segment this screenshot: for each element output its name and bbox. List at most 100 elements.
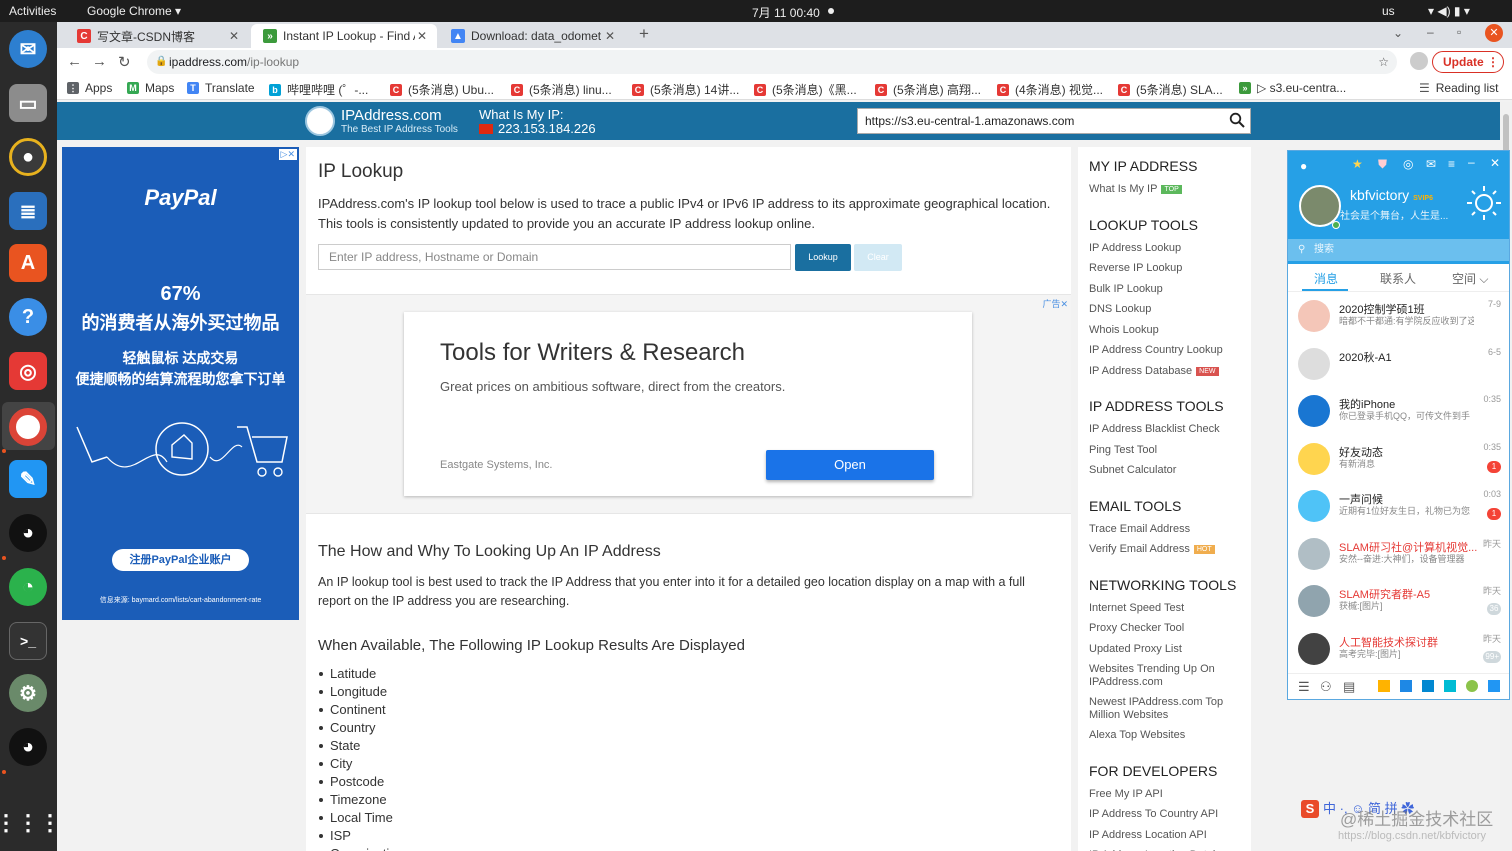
qq-files-icon[interactable]: ▤ xyxy=(1343,679,1355,695)
sidebar-link[interactable]: IP Address Lookup xyxy=(1089,242,1244,255)
tab-close-icon[interactable]: ✕ xyxy=(415,29,429,43)
qq-conversation-item[interactable]: 好友动态 有新消息 0:35 1 xyxy=(1288,437,1509,484)
qq-conversation-item[interactable]: 人工智能技术探讨群 高考完毕:[图片] 昨天 99+ xyxy=(1288,627,1509,674)
qq-tab-contacts[interactable]: 联系人 xyxy=(1380,270,1416,287)
activities-button[interactable]: Activities xyxy=(9,4,56,18)
qq-minimize-icon[interactable]: – xyxy=(1468,155,1475,169)
writer-icon[interactable]: ≣ xyxy=(9,192,47,230)
sidebar-link[interactable]: Updated Proxy List xyxy=(1089,643,1244,656)
qq-search-input[interactable]: ⚲ 搜索 xyxy=(1288,239,1509,261)
minimize-icon[interactable]: – xyxy=(1427,25,1434,39)
qq-apps-grid-icon[interactable] xyxy=(1488,680,1500,692)
sidebar-link[interactable]: What Is My IP TOP xyxy=(1089,183,1244,196)
thunderbird-icon[interactable]: ✉ xyxy=(9,30,47,68)
qq-conversation-item[interactable]: SLAM研究者群-A5 获槭:[图片] 昨天 36 xyxy=(1288,579,1509,626)
wechat-icon[interactable]: ◔ xyxy=(9,568,47,606)
app-menu[interactable]: Google Chrome ▾ xyxy=(87,4,181,18)
site-name[interactable]: IPAddress.com xyxy=(341,107,442,124)
sidebar-link[interactable]: Proxy Checker Tool xyxy=(1089,622,1244,635)
qq-app-icon[interactable] xyxy=(1466,680,1478,692)
netease-music-icon[interactable]: ◎ xyxy=(9,352,47,390)
qq-star-icon[interactable]: ★ xyxy=(1352,157,1363,171)
qq-conversation-item[interactable]: SLAM研习社@计算机视觉... 安然--奋进:大神们，设备管理器 昨天 xyxy=(1288,532,1509,579)
ad-label[interactable]: 广告✕ xyxy=(1042,297,1068,310)
clear-button[interactable]: Clear xyxy=(854,244,902,271)
settings-icon[interactable]: ⚙ xyxy=(9,674,47,712)
sidebar-link[interactable]: Verify Email Address HOT xyxy=(1089,543,1244,556)
sidebar-link[interactable]: Trace Email Address xyxy=(1089,523,1244,536)
reading-list[interactable]: ☰ Reading list xyxy=(1419,81,1498,95)
ad-title[interactable]: Tools for Writers & Research xyxy=(440,339,745,367)
sidebar-link[interactable]: IP Address Country Lookup xyxy=(1089,344,1244,357)
bookmark-csdn-1[interactable]: C (5条消息) Ubu... xyxy=(390,81,494,98)
tab-search-icon[interactable]: ⌄ xyxy=(1393,26,1403,40)
tab-close-icon[interactable]: ✕ xyxy=(603,29,617,43)
show-apps-icon[interactable]: ⋮⋮⋮ xyxy=(0,804,61,842)
sidebar-link[interactable]: Reverse IP Lookup xyxy=(1089,262,1244,275)
qq-menu-icon[interactable]: ≡ xyxy=(1448,157,1455,171)
header-search-input[interactable]: https://s3.eu-central-1.amazonaws.com xyxy=(857,108,1251,134)
reload-icon[interactable]: ↻ xyxy=(118,53,131,71)
bookmark-csdn-4[interactable]: C (5条消息)《黑... xyxy=(754,81,857,98)
sidebar-link[interactable]: IP Address To Country API xyxy=(1089,808,1244,821)
chrome-icon[interactable] xyxy=(9,408,47,446)
paypal-ad[interactable]: ▷✕ PayPal 67% 的消费者从海外买过物品 轻触鼠标 达成交易 便捷顺畅… xyxy=(62,147,299,620)
back-icon[interactable]: ← xyxy=(67,53,82,70)
qq-mail-icon[interactable]: ✉ xyxy=(1426,157,1436,171)
qq-shirt-icon[interactable]: ⛊ xyxy=(1378,157,1387,172)
paypal-cta-button[interactable]: 注册PayPal企业账户 xyxy=(112,549,249,571)
sidebar-link[interactable]: IP Address Database NEW xyxy=(1089,365,1244,378)
sidebar-link[interactable]: Internet Speed Test xyxy=(1089,602,1244,615)
profile-avatar[interactable] xyxy=(1410,52,1428,70)
sidebar-link[interactable]: Bulk IP Lookup xyxy=(1089,283,1244,296)
qq-conversation-item[interactable]: 一声问候 近期有1位好友生日，礼物已为您 0:03 1 xyxy=(1288,484,1509,531)
text-editor-icon[interactable]: ✎ xyxy=(9,460,47,498)
terminal-icon[interactable]: >_ xyxy=(9,622,47,660)
display-ad[interactable]: 广告✕ Tools for Writers & Research Great p… xyxy=(306,294,1071,514)
restore-icon[interactable]: ▫ xyxy=(1457,25,1461,39)
bookmark-csdn-5[interactable]: C (5条消息) 高翔... xyxy=(875,81,981,98)
update-button[interactable]: Update ⋮ xyxy=(1432,51,1504,73)
qq-tab-messages[interactable]: 消息 xyxy=(1314,270,1338,287)
sidebar-link[interactable]: Websites Trending Up On IPAddress.com xyxy=(1089,663,1244,689)
bookmark-translate[interactable]: T Translate xyxy=(187,81,255,95)
address-bar[interactable]: 🔒 ipaddress.com/ip-lookup ☆ xyxy=(147,50,1397,74)
qq-app-icon[interactable] xyxy=(1378,680,1390,692)
bookmark-maps[interactable]: M Maps xyxy=(127,81,174,95)
bookmark-star-icon[interactable]: ☆ xyxy=(1378,50,1389,74)
system-tray-icons[interactable]: ▾ ◀) ▮ ▾ xyxy=(1428,4,1470,18)
qq-conversation-item[interactable]: 2020控制学硕1班 暗都不干都通:有学院反应收到了这样 7-9 xyxy=(1288,294,1509,341)
ip-lookup-input[interactable]: Enter IP address, Hostname or Domain xyxy=(318,244,791,270)
tab-download[interactable]: ▲ Download: data_odomet ✕ xyxy=(439,24,625,48)
bookmark-csdn-3[interactable]: C (5条消息) 14讲... xyxy=(632,81,739,98)
weather-sun-icon[interactable] xyxy=(1466,185,1502,221)
sidebar-link[interactable]: Whois Lookup xyxy=(1089,324,1244,337)
ad-card[interactable]: Tools for Writers & Research Great price… xyxy=(404,312,972,496)
qq-settings-icon[interactable]: ◎ xyxy=(1403,157,1413,171)
qq-add-friend-icon[interactable]: ⚇ xyxy=(1320,679,1332,695)
sidebar-link[interactable]: Ping Test Tool xyxy=(1089,444,1244,457)
sidebar-link[interactable]: IP Address Location API xyxy=(1089,829,1244,842)
software-icon[interactable]: A xyxy=(9,244,47,282)
qq-signature[interactable]: 社会是个舞台，人生是... xyxy=(1340,207,1448,222)
sidebar-link[interactable]: Newest IPAddress.com Top Million Website… xyxy=(1089,696,1244,722)
tab-close-icon[interactable]: ✕ xyxy=(227,29,241,43)
qq-nickname[interactable]: kbfvictory SVIP6 xyxy=(1350,187,1433,203)
bookmark-apps[interactable]: ⋮ Apps xyxy=(67,81,112,95)
ad-choices-icon[interactable]: ▷✕ xyxy=(278,149,297,160)
rhythmbox-icon[interactable]: ● xyxy=(9,138,47,176)
qq-tab-space[interactable]: 空间 ⌵ xyxy=(1452,270,1488,287)
tab-ip-lookup[interactable]: » Instant IP Lookup - Find A ✕ xyxy=(251,24,437,48)
search-icon[interactable] xyxy=(1229,112,1245,128)
files-icon[interactable]: ▭ xyxy=(9,84,47,122)
sidebar-link[interactable]: Free My IP API xyxy=(1089,788,1244,801)
qq-conversation-item[interactable]: 我的iPhone 你已登录手机QQ，可传文件到手 0:35 xyxy=(1288,389,1509,436)
qq-close-icon[interactable]: ✕ xyxy=(1490,156,1500,170)
qq-main-menu-icon[interactable]: ☰ xyxy=(1298,679,1310,695)
tab-csdn[interactable]: C 写文章-CSDN博客 ✕ xyxy=(65,24,249,48)
sidebar-link[interactable]: IP Address Blacklist Check xyxy=(1089,423,1244,436)
close-window-icon[interactable]: ✕ xyxy=(1485,24,1503,42)
bookmark-s3[interactable]: » ▷ s3.eu-centra... xyxy=(1239,81,1346,95)
bookmark-csdn-7[interactable]: C (5条消息) SLA... xyxy=(1118,81,1223,98)
qq-icon[interactable]: ◕ xyxy=(9,514,47,552)
